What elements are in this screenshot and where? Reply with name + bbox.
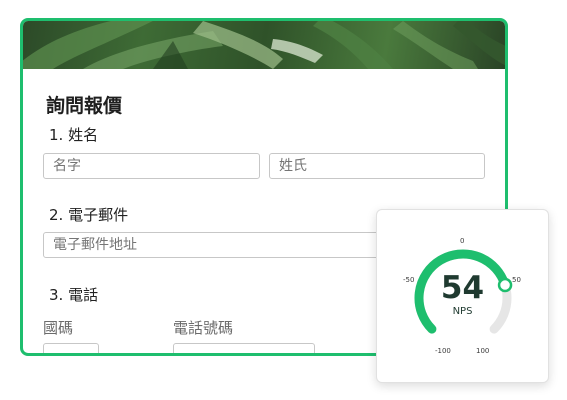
country-code-label: 國碼 — [43, 319, 74, 337]
form-title: 詢問報價 — [46, 95, 123, 117]
leaf-banner-image — [23, 21, 505, 69]
tick-label-0: 0 — [460, 237, 465, 245]
first-name-input[interactable] — [43, 153, 260, 179]
phone-number-label: 電話號碼 — [173, 319, 234, 337]
nps-score-value: 54 — [440, 270, 485, 306]
tick-label-minus-100: -100 — [435, 347, 451, 355]
nps-score-label: NPS — [452, 306, 473, 317]
last-name-input[interactable] — [269, 153, 485, 179]
country-code-input[interactable] — [43, 343, 99, 353]
nps-widget: 0 -50 50 -100 100 54 NPS — [376, 209, 549, 383]
phone-question-label: 3. 電話 — [49, 286, 99, 304]
phone-number-input[interactable] — [173, 343, 315, 353]
tick-label-100: 100 — [476, 347, 490, 355]
name-question-label: 1. 姓名 — [49, 126, 99, 144]
email-question-label: 2. 電子郵件 — [49, 206, 129, 224]
